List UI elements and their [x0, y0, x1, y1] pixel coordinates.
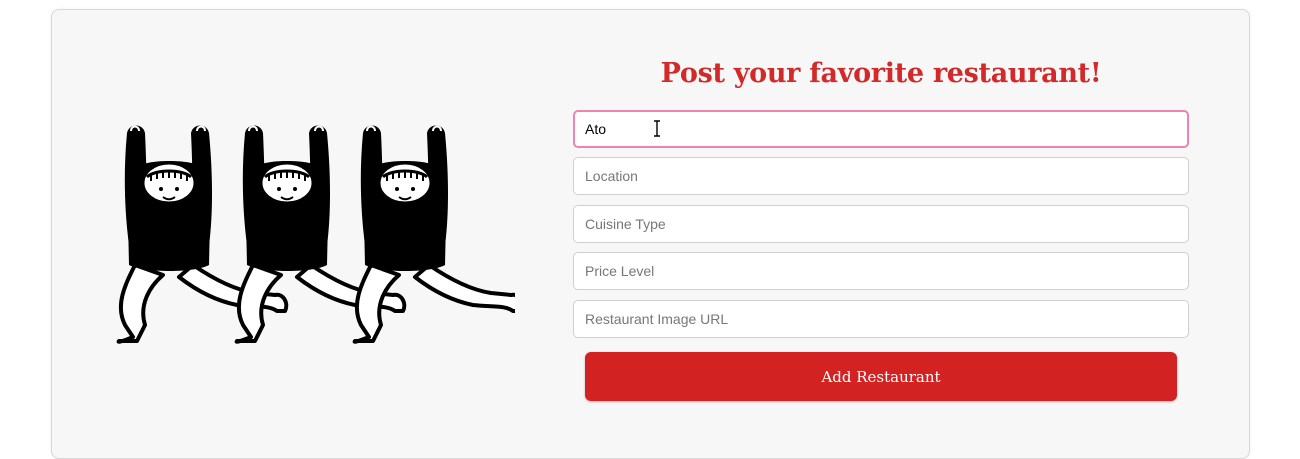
price-level-input[interactable]: [573, 252, 1189, 290]
cuisine-type-input[interactable]: [573, 205, 1189, 243]
restaurant-image-url-input[interactable]: [573, 300, 1189, 338]
add-restaurant-button[interactable]: Add Restaurant: [585, 352, 1177, 401]
text-cursor-icon: [654, 120, 660, 137]
location-input[interactable]: [573, 157, 1189, 195]
form-title: Post your favorite restaurant!: [660, 58, 1102, 89]
restaurant-name-input[interactable]: [573, 110, 1189, 148]
dancing-figures-illustration: [116, 123, 515, 344]
